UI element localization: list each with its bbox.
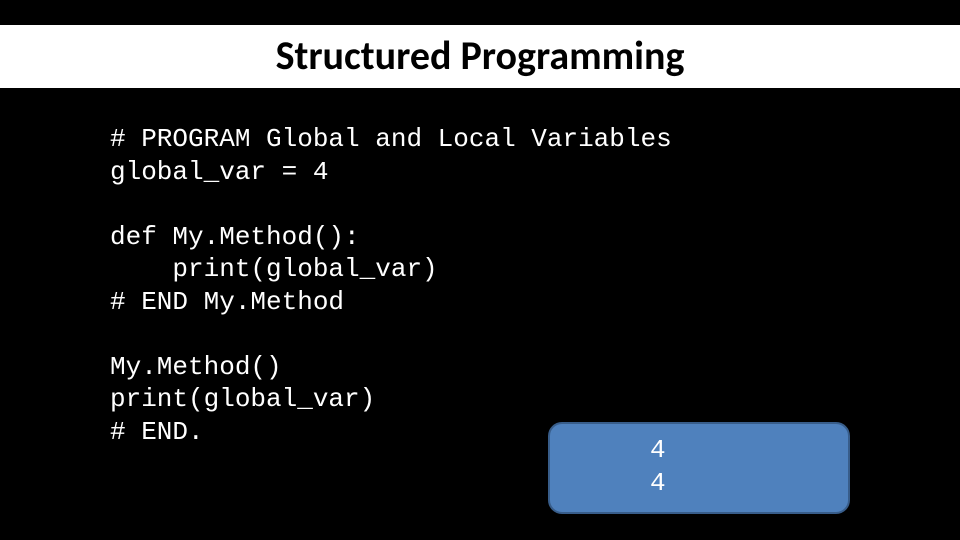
slide: Structured Programming # PROGRAM Global … <box>0 0 960 540</box>
code-line: global_var = 4 <box>110 157 328 187</box>
code-line: My.Method() <box>110 352 282 382</box>
output-box: 4 4 <box>548 422 850 514</box>
code-line: print(global_var) <box>110 254 438 284</box>
code-block: # PROGRAM Global and Local Variables glo… <box>110 123 672 448</box>
output-line: 4 <box>650 468 666 498</box>
code-line: # PROGRAM Global and Local Variables <box>110 124 672 154</box>
slide-title: Structured Programming <box>0 25 960 88</box>
code-line: # END. <box>110 417 204 447</box>
code-line: def My.Method(): <box>110 222 360 252</box>
output-line: 4 <box>650 435 666 465</box>
code-line: print(global_var) <box>110 384 375 414</box>
code-line: # END My.Method <box>110 287 344 317</box>
